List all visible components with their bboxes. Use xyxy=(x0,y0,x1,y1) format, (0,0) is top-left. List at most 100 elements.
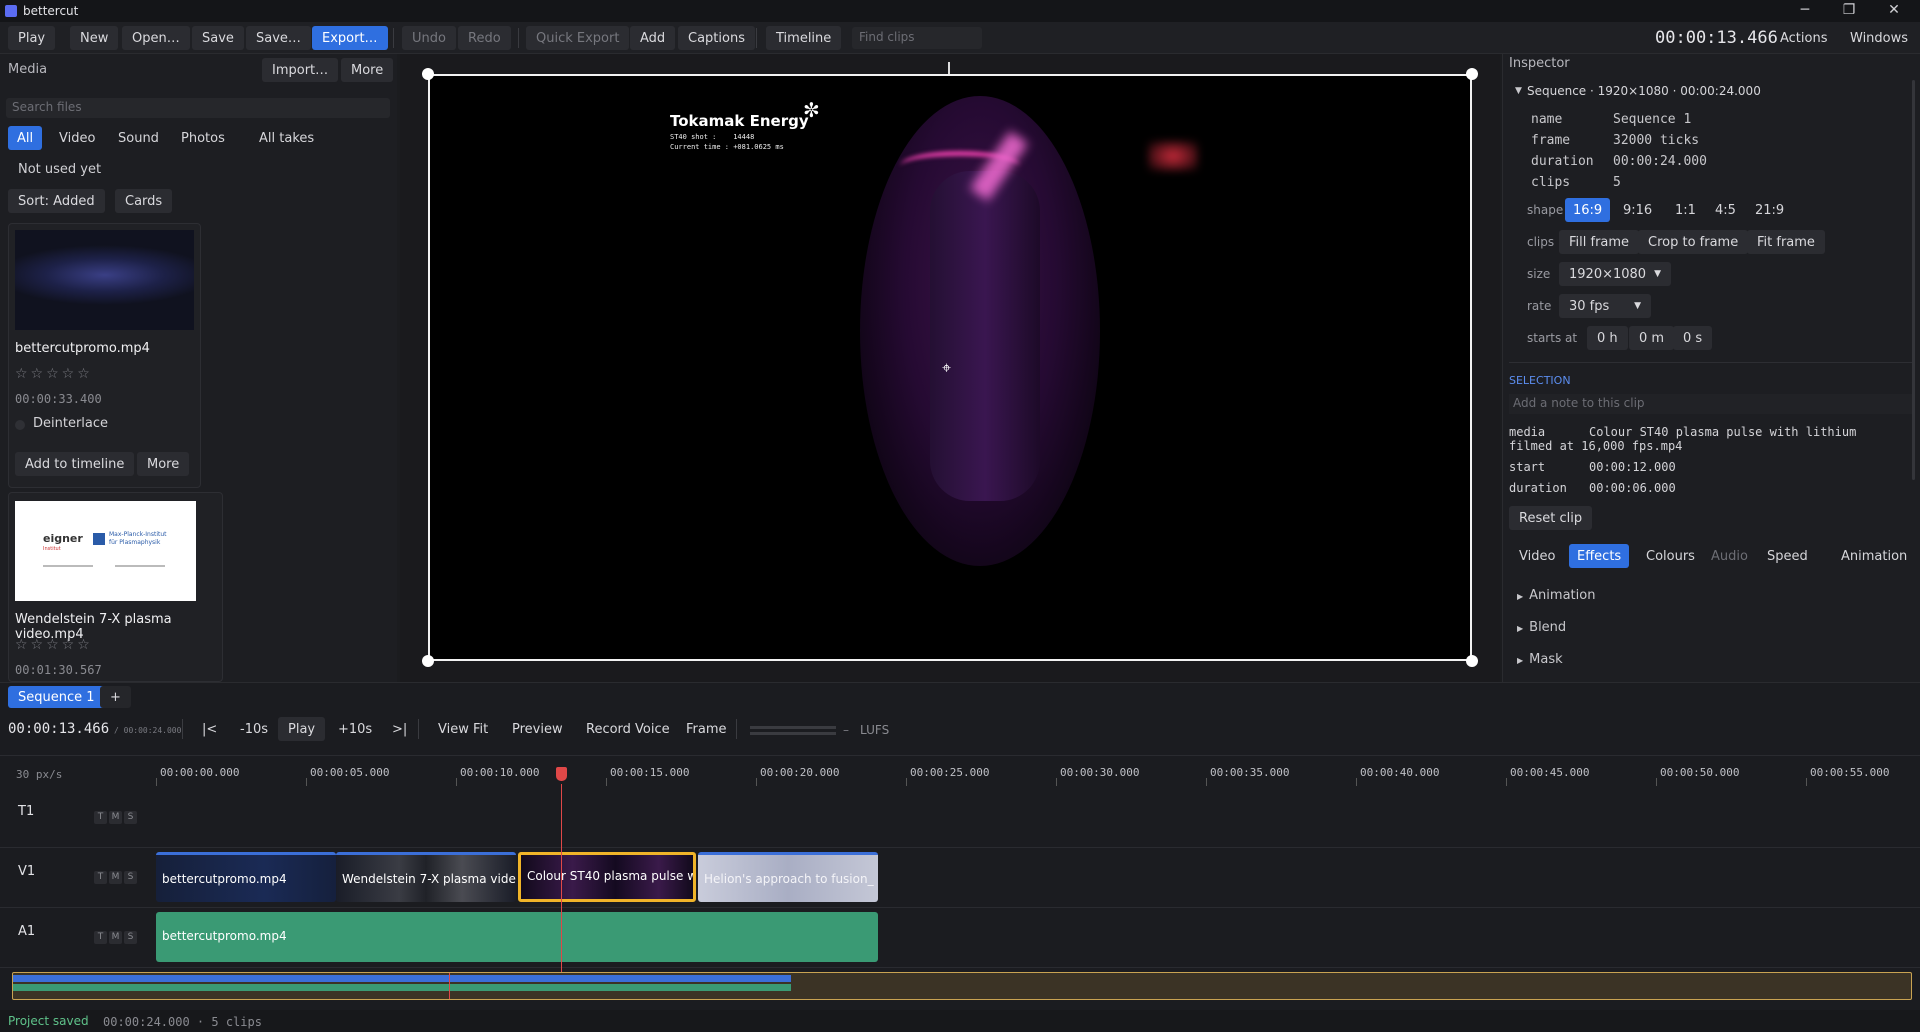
track-label: A1 xyxy=(18,924,36,939)
rate-select[interactable]: 30 fps ▼ xyxy=(1559,294,1651,318)
undo-button[interactable]: Undo xyxy=(402,26,456,50)
inspector-title: Inspector xyxy=(1509,56,1570,71)
reset-clip-button[interactable]: Reset clip xyxy=(1509,506,1593,530)
add-sequence-button[interactable]: + xyxy=(100,686,131,708)
preview-button[interactable]: Preview xyxy=(502,717,573,741)
anchor-crosshair-icon[interactable]: ⌖ xyxy=(942,358,951,378)
sel-media-key: media xyxy=(1509,425,1546,439)
quick-export-button[interactable]: Quick Export xyxy=(526,26,630,50)
save-as-button[interactable]: Save… xyxy=(246,26,311,50)
rating-stars[interactable]: ☆☆☆☆☆ xyxy=(15,366,93,382)
timeline-play-button[interactable]: Play xyxy=(278,717,326,741)
find-clips-input[interactable]: Find clips xyxy=(852,27,982,49)
start-hours-field[interactable]: 0 h xyxy=(1587,326,1628,350)
start-minutes-field[interactable]: 0 m xyxy=(1629,326,1675,350)
playhead-handle[interactable] xyxy=(556,767,567,781)
close-icon[interactable]: ✕ xyxy=(1884,2,1904,18)
view-fit-button[interactable]: View Fit xyxy=(428,717,498,741)
not-used-filter[interactable]: Not used yet xyxy=(18,162,101,177)
new-button[interactable]: New xyxy=(70,26,119,50)
add-to-timeline-button[interactable]: Add to timeline xyxy=(15,452,135,476)
shape-21-9[interactable]: 21:9 xyxy=(1747,198,1792,222)
sel-start-value: 00:00:12.000 xyxy=(1589,460,1676,474)
audio-clip[interactable]: bettercutpromo.mp4 xyxy=(156,912,878,962)
shape-4-5[interactable]: 4:5 xyxy=(1707,198,1744,222)
add-button[interactable]: Add xyxy=(630,26,676,50)
section-mask[interactable]: ▶ Mask xyxy=(1517,652,1563,667)
filter-sound[interactable]: Sound xyxy=(109,126,168,150)
section-blend[interactable]: ▶ Blend xyxy=(1517,620,1566,635)
filter-all-takes[interactable]: All takes xyxy=(250,126,323,150)
rating-stars[interactable]: ☆☆☆☆☆ xyxy=(15,637,93,653)
sequence-header[interactable]: Sequence · 1920×1080 · 00:00:24.000 xyxy=(1527,84,1761,98)
windows-menu[interactable]: Windows xyxy=(1840,26,1918,50)
sequence-tab[interactable]: Sequence 1 xyxy=(8,686,105,708)
sort-button[interactable]: Sort: Added xyxy=(8,189,105,213)
resize-handle[interactable] xyxy=(422,655,434,667)
actions-menu[interactable]: Actions xyxy=(1770,26,1838,50)
open-button[interactable]: Open… xyxy=(122,26,190,50)
collapse-triangle-icon[interactable]: ▼ xyxy=(1515,86,1522,96)
forward-10s-button[interactable]: +10s xyxy=(328,717,382,741)
go-end-button[interactable]: >| xyxy=(382,717,417,741)
media-more-button[interactable]: More xyxy=(341,58,394,82)
resize-handle[interactable] xyxy=(1466,655,1478,667)
media-thumbnail xyxy=(15,230,194,330)
video-clip[interactable]: bettercutpromo.mp4 xyxy=(156,852,336,902)
import-button[interactable]: Import… xyxy=(262,58,339,82)
timeline-overview-scrollbar[interactable] xyxy=(12,972,1912,1000)
media-search-input[interactable]: Search files xyxy=(6,98,390,118)
tab-video[interactable]: Video xyxy=(1511,544,1563,568)
frame-button[interactable]: Frame xyxy=(676,717,737,741)
resize-handle[interactable] xyxy=(422,68,434,80)
save-button[interactable]: Save xyxy=(192,26,244,50)
deinterlace-toggle[interactable] xyxy=(15,420,25,430)
crop-to-frame-button[interactable]: Crop to frame xyxy=(1638,230,1749,254)
tab-colours[interactable]: Colours xyxy=(1638,544,1703,568)
track-t1 xyxy=(0,790,1920,848)
video-clip[interactable]: Helion's approach to fusion_ How xyxy=(698,852,878,902)
track-controls[interactable]: TMS xyxy=(94,811,139,824)
go-start-button[interactable]: |< xyxy=(192,717,227,741)
shape-16-9[interactable]: 16:9 xyxy=(1565,198,1611,222)
video-clip[interactable]: Wendelstein 7-X plasma video.mp4 xyxy=(336,852,516,902)
timeline-button[interactable]: Timeline xyxy=(766,26,842,50)
restore-icon[interactable]: ❐ xyxy=(1839,2,1859,18)
tab-effects[interactable]: Effects xyxy=(1569,544,1630,568)
export-button[interactable]: Export… xyxy=(312,26,388,50)
media-card[interactable]: bettercutpromo.mp4 ☆☆☆☆☆ 00:00:33.400 De… xyxy=(8,223,201,488)
shape-1-1[interactable]: 1:1 xyxy=(1667,198,1704,222)
media-card[interactable]: eigner Institut Max-Planck-Institut für … xyxy=(8,492,223,682)
tab-animation[interactable]: Animation xyxy=(1833,544,1915,568)
ruler-tick-label: 00:00:10.000 xyxy=(460,766,540,779)
shape-9-16[interactable]: 9:16 xyxy=(1615,198,1660,222)
card-more-button[interactable]: More xyxy=(137,452,190,476)
tab-speed[interactable]: Speed xyxy=(1759,544,1816,568)
captions-button[interactable]: Captions xyxy=(678,26,755,50)
fit-frame-button[interactable]: Fit frame xyxy=(1747,230,1825,254)
minimize-icon[interactable]: ─ xyxy=(1795,2,1815,18)
clip-note-input[interactable]: Add a note to this clip xyxy=(1509,394,1913,414)
track-controls[interactable]: TMS xyxy=(94,931,139,944)
track-controls[interactable]: TMS xyxy=(94,871,139,884)
filter-all[interactable]: All xyxy=(8,126,43,150)
section-animation[interactable]: ▶ Animation xyxy=(1517,588,1595,603)
filter-video[interactable]: Video xyxy=(50,126,104,150)
expand-triangle-icon: ▶ xyxy=(1517,656,1524,665)
divider xyxy=(736,719,737,739)
ruler-tick-label: 00:00:25.000 xyxy=(910,766,990,779)
redo-button[interactable]: Redo xyxy=(458,26,511,50)
size-select[interactable]: 1920×1080 ▼ xyxy=(1559,262,1671,286)
tab-audio[interactable]: Audio xyxy=(1703,544,1756,568)
resize-handle[interactable] xyxy=(1466,68,1478,80)
view-mode-button[interactable]: Cards xyxy=(115,189,173,213)
back-10s-button[interactable]: -10s xyxy=(230,717,278,741)
video-clip-selected[interactable]: Colour ST40 plasma pulse with lithium xyxy=(518,852,696,902)
record-voice-button[interactable]: Record Voice xyxy=(576,717,680,741)
preview-frame[interactable]: Tokamak Energy ✼ ST40 shot : 14448 Curre… xyxy=(428,74,1472,661)
inspector-scrollbar[interactable] xyxy=(1912,80,1915,480)
play-button[interactable]: Play xyxy=(8,26,56,50)
fill-frame-button[interactable]: Fill frame xyxy=(1559,230,1640,254)
filter-photos[interactable]: Photos xyxy=(172,126,234,150)
start-seconds-field[interactable]: 0 s xyxy=(1673,326,1713,350)
